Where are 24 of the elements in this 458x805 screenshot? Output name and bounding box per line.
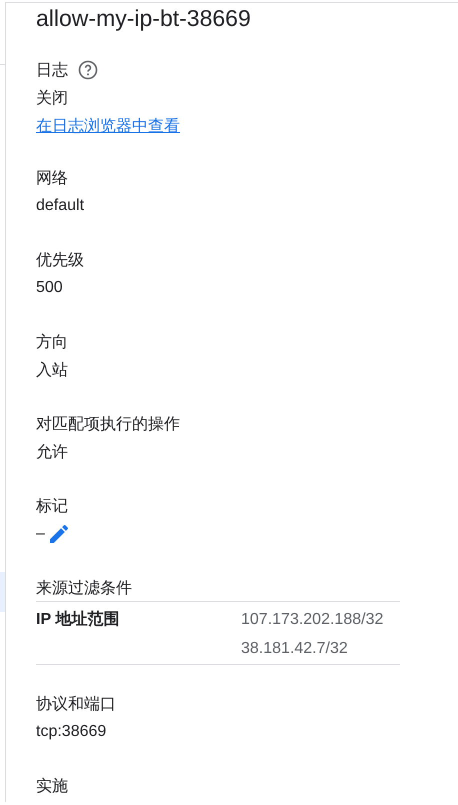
field-value: default — [36, 197, 84, 215]
field-value: 允许 — [36, 442, 68, 462]
field-label: 来源过滤条件 — [36, 578, 132, 598]
edit-icon[interactable] — [48, 524, 69, 544]
field-value: 入站 — [36, 360, 68, 380]
field-value: – — [36, 525, 45, 543]
ip-range-value: 107.173.202.188/32 — [241, 610, 384, 630]
rule-title: allow-my-ip-bt-38669 — [36, 5, 252, 31]
field-label: 日志 — [36, 60, 68, 80]
field-label: 标记 — [36, 496, 68, 516]
log-viewer-link[interactable]: 在日志浏览器中查看 — [36, 116, 180, 136]
field-label: 网络 — [36, 168, 68, 188]
field-value: 关闭 — [36, 88, 68, 108]
field-label: 实施 — [36, 776, 68, 796]
field-label: 优先级 — [36, 250, 84, 270]
field-label: 方向 — [36, 332, 68, 352]
nav-highlight — [0, 572, 5, 612]
help-icon[interactable] — [78, 60, 98, 80]
ip-range-value: 38.181.42.7/32 — [241, 639, 349, 659]
field-label: 协议和端口 — [36, 694, 116, 714]
field-label: 对匹配项执行的操作 — [36, 414, 180, 434]
field-value: 500 — [36, 279, 63, 297]
field-value: tcp:38669 — [36, 723, 106, 741]
table-cell: IP 地址范围 — [36, 602, 241, 664]
